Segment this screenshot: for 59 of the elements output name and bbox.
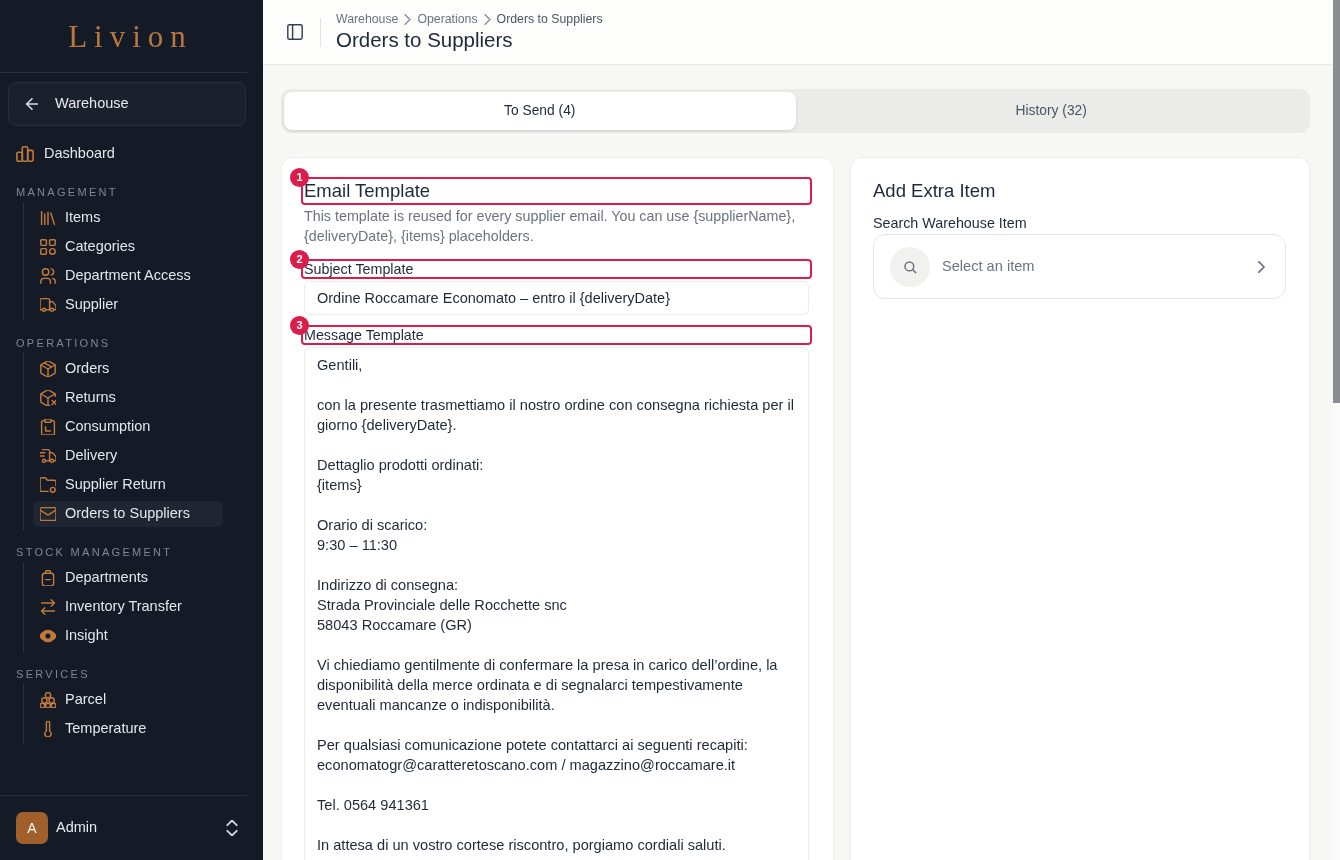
truck-icon [40, 297, 56, 313]
back-button[interactable]: Warehouse [8, 82, 246, 126]
folder-icon [40, 477, 56, 493]
nav-item[interactable]: Inventory Transfer [33, 594, 223, 620]
section-title: Add Extra Item [873, 179, 996, 203]
circles-icon [40, 692, 56, 708]
clipboard-icon [40, 419, 56, 435]
nav-item[interactable]: Orders [33, 356, 223, 382]
avatar: A [16, 812, 48, 844]
nav-item[interactable]: Dashboard [9, 141, 199, 167]
section-heading: OPERATIONS [16, 336, 111, 351]
swap-arrows-icon [40, 599, 56, 615]
nav-item[interactable]: Returns [33, 385, 223, 411]
nav-item[interactable]: Department Access [33, 263, 223, 289]
tab[interactable]: To Send (4) [284, 92, 796, 130]
breadcrumb-link[interactable]: Warehouse [336, 11, 399, 27]
nav-item[interactable]: Items [33, 205, 223, 231]
field-label: Search Warehouse Item [873, 215, 1027, 231]
nav-item[interactable]: Departments [33, 565, 223, 591]
user-name: Admin [56, 818, 98, 838]
bar-chart-icon [16, 145, 34, 163]
nav-item[interactable]: Orders to Suppliers [33, 501, 223, 527]
package-x-icon [40, 390, 56, 406]
nav-item[interactable]: Supplier Return [33, 472, 223, 498]
description-text: This template is reused for every supplier email. You can use {supplierName}, {deliveryDate}, {items} placeholders. [304, 207, 797, 246]
section-heading: SERVICES [16, 667, 90, 682]
nav-item[interactable]: Consumption [33, 414, 223, 440]
nav-item[interactable]: Parcel [33, 687, 223, 713]
search-icon [890, 246, 930, 287]
package-icon [40, 361, 56, 377]
chevron-right-icon [483, 13, 491, 25]
arrow-left-icon [26, 98, 38, 110]
section-heading: MANAGEMENT [16, 185, 118, 200]
item-select[interactable]: Select an item [873, 234, 1286, 299]
books-icon [40, 210, 56, 226]
section-heading: STOCK MANAGEMENT [16, 545, 173, 560]
chevron-up-down-icon[interactable] [226, 820, 238, 836]
nav-item[interactable]: Temperature [33, 716, 223, 742]
subject-field[interactable]: Ordine Roccamare Economato – entro il {deliveryDate} [304, 281, 809, 315]
nav-item[interactable]: Supplier [33, 292, 223, 318]
grid-icon [40, 239, 56, 255]
nav-item[interactable]: Insight [33, 623, 223, 649]
chevron-right-icon [404, 13, 412, 25]
breadcrumb-current: Orders to Suppliers [496, 11, 603, 27]
scrollbar[interactable] [1333, 0, 1340, 403]
users-icon [40, 268, 56, 284]
truck-icon [40, 448, 56, 464]
message-field[interactable]: Gentili, con la presente trasmettiamo il nostro ordine con consegna richiesta per il giorno {deliveryDate}. Dettaglio prodotti ordinati: {items} Orario di scarico: 9:30 – 11:30 Indirizzo di consegna: Strada Provinciale delle Rocchette snc 58043 Roccamare (GR) Vi chiediamo gentilmente di confermare la presa in carico dell’ordine, la disponibilità della merce ordinata e di segnalarci tempestivamente eventuali mancanze o indisponibilità. Per qualsiasi comunicazione potete contattarci ai seguenti recapiti: economatogr@caratteretoscano.com / magazzino@roccamare.it Tel. 0564 941361 In attesa di un vostro cortese riscontro, porgiamo cordiali saluti. [304, 347, 809, 860]
breadcrumb-link[interactable]: Operations [417, 11, 478, 27]
logo: Livion [68, 20, 193, 52]
envelope-icon [40, 506, 56, 522]
page-title: Orders to Suppliers [336, 27, 513, 53]
chevron-right-icon [1258, 260, 1265, 273]
nav-item[interactable]: Delivery [33, 443, 223, 469]
tab[interactable]: History (32) [795, 92, 1307, 130]
bag-icon [40, 570, 56, 586]
nav-item[interactable]: Categories [33, 234, 223, 260]
sidebar-toggle-icon[interactable] [287, 24, 303, 40]
eye-icon [40, 628, 56, 644]
